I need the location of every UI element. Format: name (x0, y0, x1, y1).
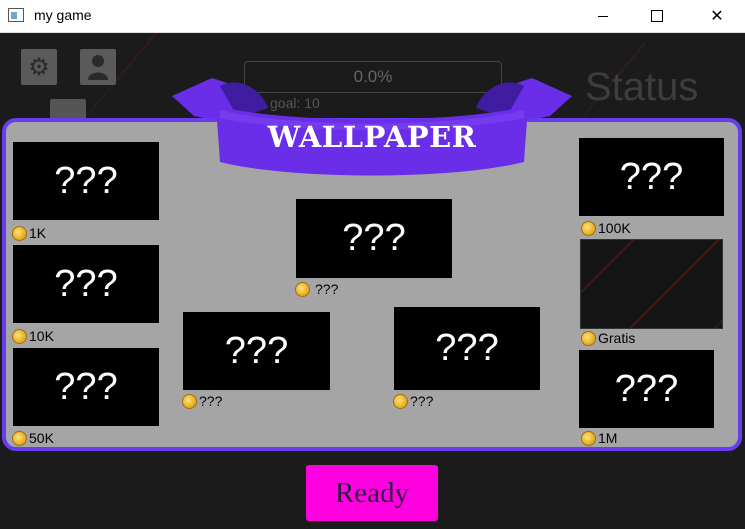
tile-price: ??? (295, 281, 338, 297)
price-label: ??? (410, 393, 434, 409)
maximize-icon (651, 10, 663, 22)
minimize-button[interactable] (580, 0, 626, 32)
wallpaper-tile[interactable]: ??? (579, 350, 714, 428)
wallpaper-banner: WALLPAPER (172, 72, 572, 192)
user-icon (88, 55, 108, 80)
coin-icon (12, 225, 27, 241)
wallpaper-tile[interactable]: ??? (394, 307, 540, 390)
price-label: 100K (598, 220, 631, 236)
tile-price: 50K (12, 430, 54, 446)
tile-price: 1M (581, 430, 617, 446)
settings-button[interactable]: ⚙ (21, 49, 57, 85)
wallpaper-preview (581, 240, 722, 328)
tile-label: ??? (614, 367, 679, 410)
price-label: Gratis (598, 330, 636, 346)
tile-label: ??? (435, 327, 499, 369)
tile-label: ??? (224, 329, 289, 372)
wallpaper-tile[interactable]: ??? (13, 245, 159, 323)
wallpaper-tile[interactable]: ??? (579, 138, 724, 216)
wallpaper-tile[interactable]: ??? (296, 199, 452, 278)
tile-price: ??? (182, 393, 222, 409)
price-label: ??? (315, 281, 339, 297)
wallpaper-tile-unlocked[interactable] (580, 239, 723, 329)
close-button[interactable]: ✕ (694, 0, 740, 32)
price-label: ??? (199, 393, 223, 409)
minimize-icon (598, 15, 608, 17)
close-icon: ✕ (710, 8, 724, 25)
price-label: 1K (29, 225, 47, 241)
maximize-button[interactable] (634, 0, 680, 32)
tile-price: ??? (393, 393, 433, 409)
tile-label: ??? (54, 159, 118, 202)
tile-price: 10K (12, 328, 54, 344)
coin-icon (12, 430, 27, 446)
price-label: 1M (598, 430, 618, 446)
wallpaper-tile[interactable]: ??? (183, 312, 330, 390)
tile-label: ??? (54, 365, 118, 408)
wallpaper-tile[interactable]: ??? (13, 142, 159, 220)
profile-button[interactable] (80, 49, 116, 85)
coin-icon (393, 393, 408, 409)
coin-icon (12, 328, 27, 344)
coin-icon (295, 281, 310, 297)
tile-price: Gratis (581, 330, 635, 346)
coin-icon (581, 430, 596, 446)
coin-icon (581, 220, 596, 236)
price-label: 50K (29, 430, 54, 446)
tile-label: ??? (342, 217, 406, 259)
gear-icon: ⚙ (28, 53, 50, 81)
tile-label: ??? (54, 262, 118, 305)
coin-icon (581, 330, 596, 346)
coin-icon (182, 393, 197, 409)
app-icon (8, 8, 24, 22)
wallpaper-tile[interactable]: ??? (13, 348, 159, 426)
title-bar: my game ✕ (0, 0, 745, 33)
window-title: my game (34, 7, 92, 23)
tile-label: ??? (619, 155, 684, 198)
status-title: Status (585, 65, 699, 109)
tile-price: 100K (581, 220, 631, 236)
ready-button[interactable]: Ready (306, 465, 438, 521)
tile-price: 1K (12, 225, 46, 241)
price-label: 10K (29, 328, 54, 344)
banner-title: WALLPAPER (267, 120, 477, 154)
